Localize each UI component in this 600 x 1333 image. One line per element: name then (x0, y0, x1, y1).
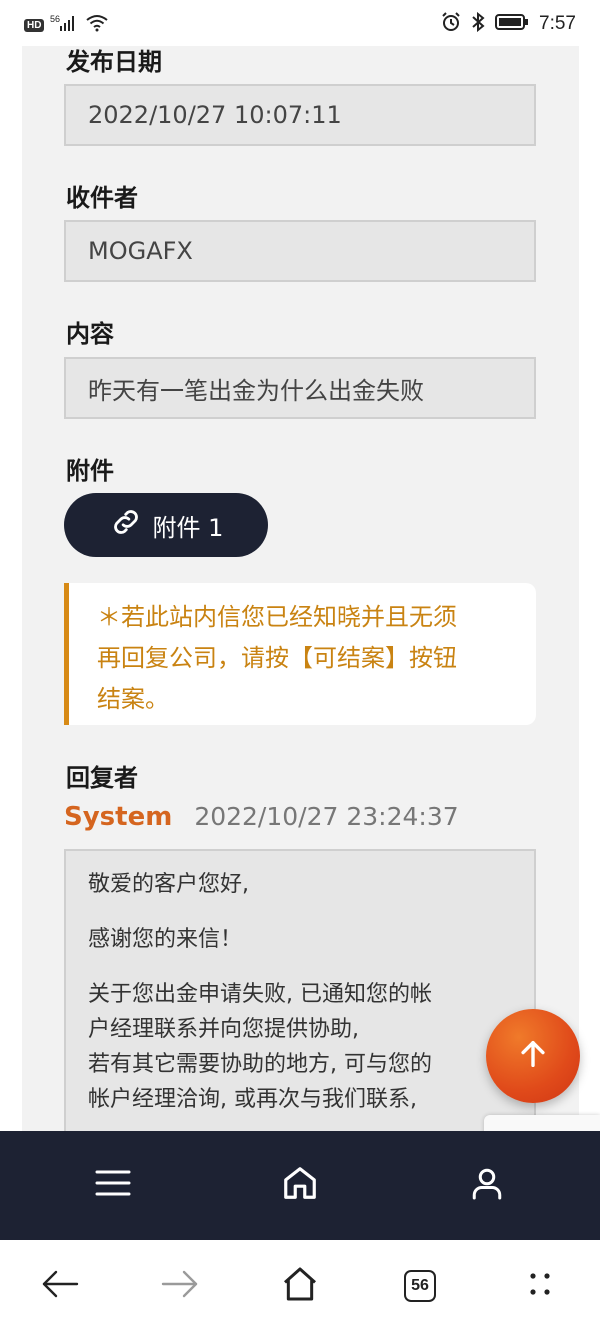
close-case-notice: ＊若此站内信您已经知晓并且无须 再回复公司，请按【可结案】按钮 结案。 (64, 583, 536, 725)
bluetooth-icon (471, 11, 485, 36)
replier-row: System 2022/10/27 23:24:37 (64, 802, 459, 832)
tab-count-badge: 56 (404, 1270, 436, 1302)
content-label: 内容 (66, 320, 114, 348)
arrow-left-icon (41, 1269, 79, 1303)
reply-paragraph: 关于您出金申请失败, 已通知您的帐 户经理联系并向您提供协助, 若有其它需要协助… (88, 977, 512, 1117)
browser-toolbar: 56 (0, 1240, 600, 1333)
notice-line-1: ＊若此站内信您已经知晓并且无须 (97, 603, 457, 631)
reply-paragraph: 敬爱的客户您好, (88, 872, 249, 897)
attachment-button[interactable]: 附件 1 (64, 493, 268, 557)
arrow-right-icon (161, 1269, 199, 1303)
replier-label: 回复者 (66, 764, 138, 792)
reply-paragraph: 感谢您的来信！ (88, 927, 243, 952)
reply-line: 帐户经理洽询, 或再次与我们联系, (88, 1087, 417, 1112)
recipient-label: 收件者 (66, 184, 138, 212)
recipient-field: MOGAFX (64, 220, 536, 282)
attachment-label: 附件 (66, 457, 114, 485)
hd-badge: HD (24, 18, 45, 32)
home-button[interactable] (280, 1165, 320, 1205)
wifi-icon (86, 14, 109, 36)
menu-icon (95, 1168, 131, 1202)
alarm-icon (441, 12, 461, 36)
arrow-up-icon (516, 1037, 550, 1075)
browser-home-button[interactable] (278, 1264, 322, 1308)
account-button[interactable] (467, 1165, 507, 1205)
battery-icon (495, 13, 529, 35)
scroll-to-top-button[interactable] (486, 1009, 580, 1103)
attachment-button-label: 附件 1 (152, 513, 224, 542)
notice-line-3: 结案。 (97, 685, 169, 713)
status-right: 7:57 (441, 11, 576, 36)
forward-button[interactable] (158, 1264, 202, 1308)
clock: 7:57 (539, 13, 576, 34)
publish-date-label: 发布日期 (66, 48, 162, 76)
user-icon (469, 1164, 505, 1206)
network-label: 56 (50, 14, 60, 24)
home-icon (281, 1164, 319, 1206)
status-left: HD 56 (24, 14, 109, 36)
menu-button[interactable] (93, 1165, 133, 1205)
app-bottom-nav (0, 1131, 600, 1240)
publish-date-field: 2022/10/27 10:07:11 (64, 84, 536, 146)
reply-line: 若有其它需要协助的地方, 可与您的 (88, 1052, 432, 1077)
signal-icon: 56 (50, 14, 80, 36)
more-dots-icon (525, 1269, 555, 1303)
back-button[interactable] (38, 1264, 82, 1308)
reply-timestamp: 2022/10/27 23:24:37 (194, 802, 459, 831)
more-menu-button[interactable] (518, 1264, 562, 1308)
link-icon (109, 505, 143, 545)
replier-name: System (64, 802, 173, 832)
reply-line: 关于您出金申请失败, 已通知您的帐 (88, 982, 432, 1007)
home-icon (280, 1264, 320, 1308)
reply-line: 户经理联系并向您提供协助, (88, 1017, 359, 1042)
reply-message: 敬爱的客户您好, 感谢您的来信！ 关于您出金申请失败, 已通知您的帐 户经理联系… (64, 849, 536, 1149)
notice-line-2: 再回复公司，请按【可结案】按钮 (97, 644, 457, 672)
content-field: 昨天有一笔出金为什么出金失败 (64, 357, 536, 419)
tabs-button[interactable]: 56 (398, 1264, 442, 1308)
